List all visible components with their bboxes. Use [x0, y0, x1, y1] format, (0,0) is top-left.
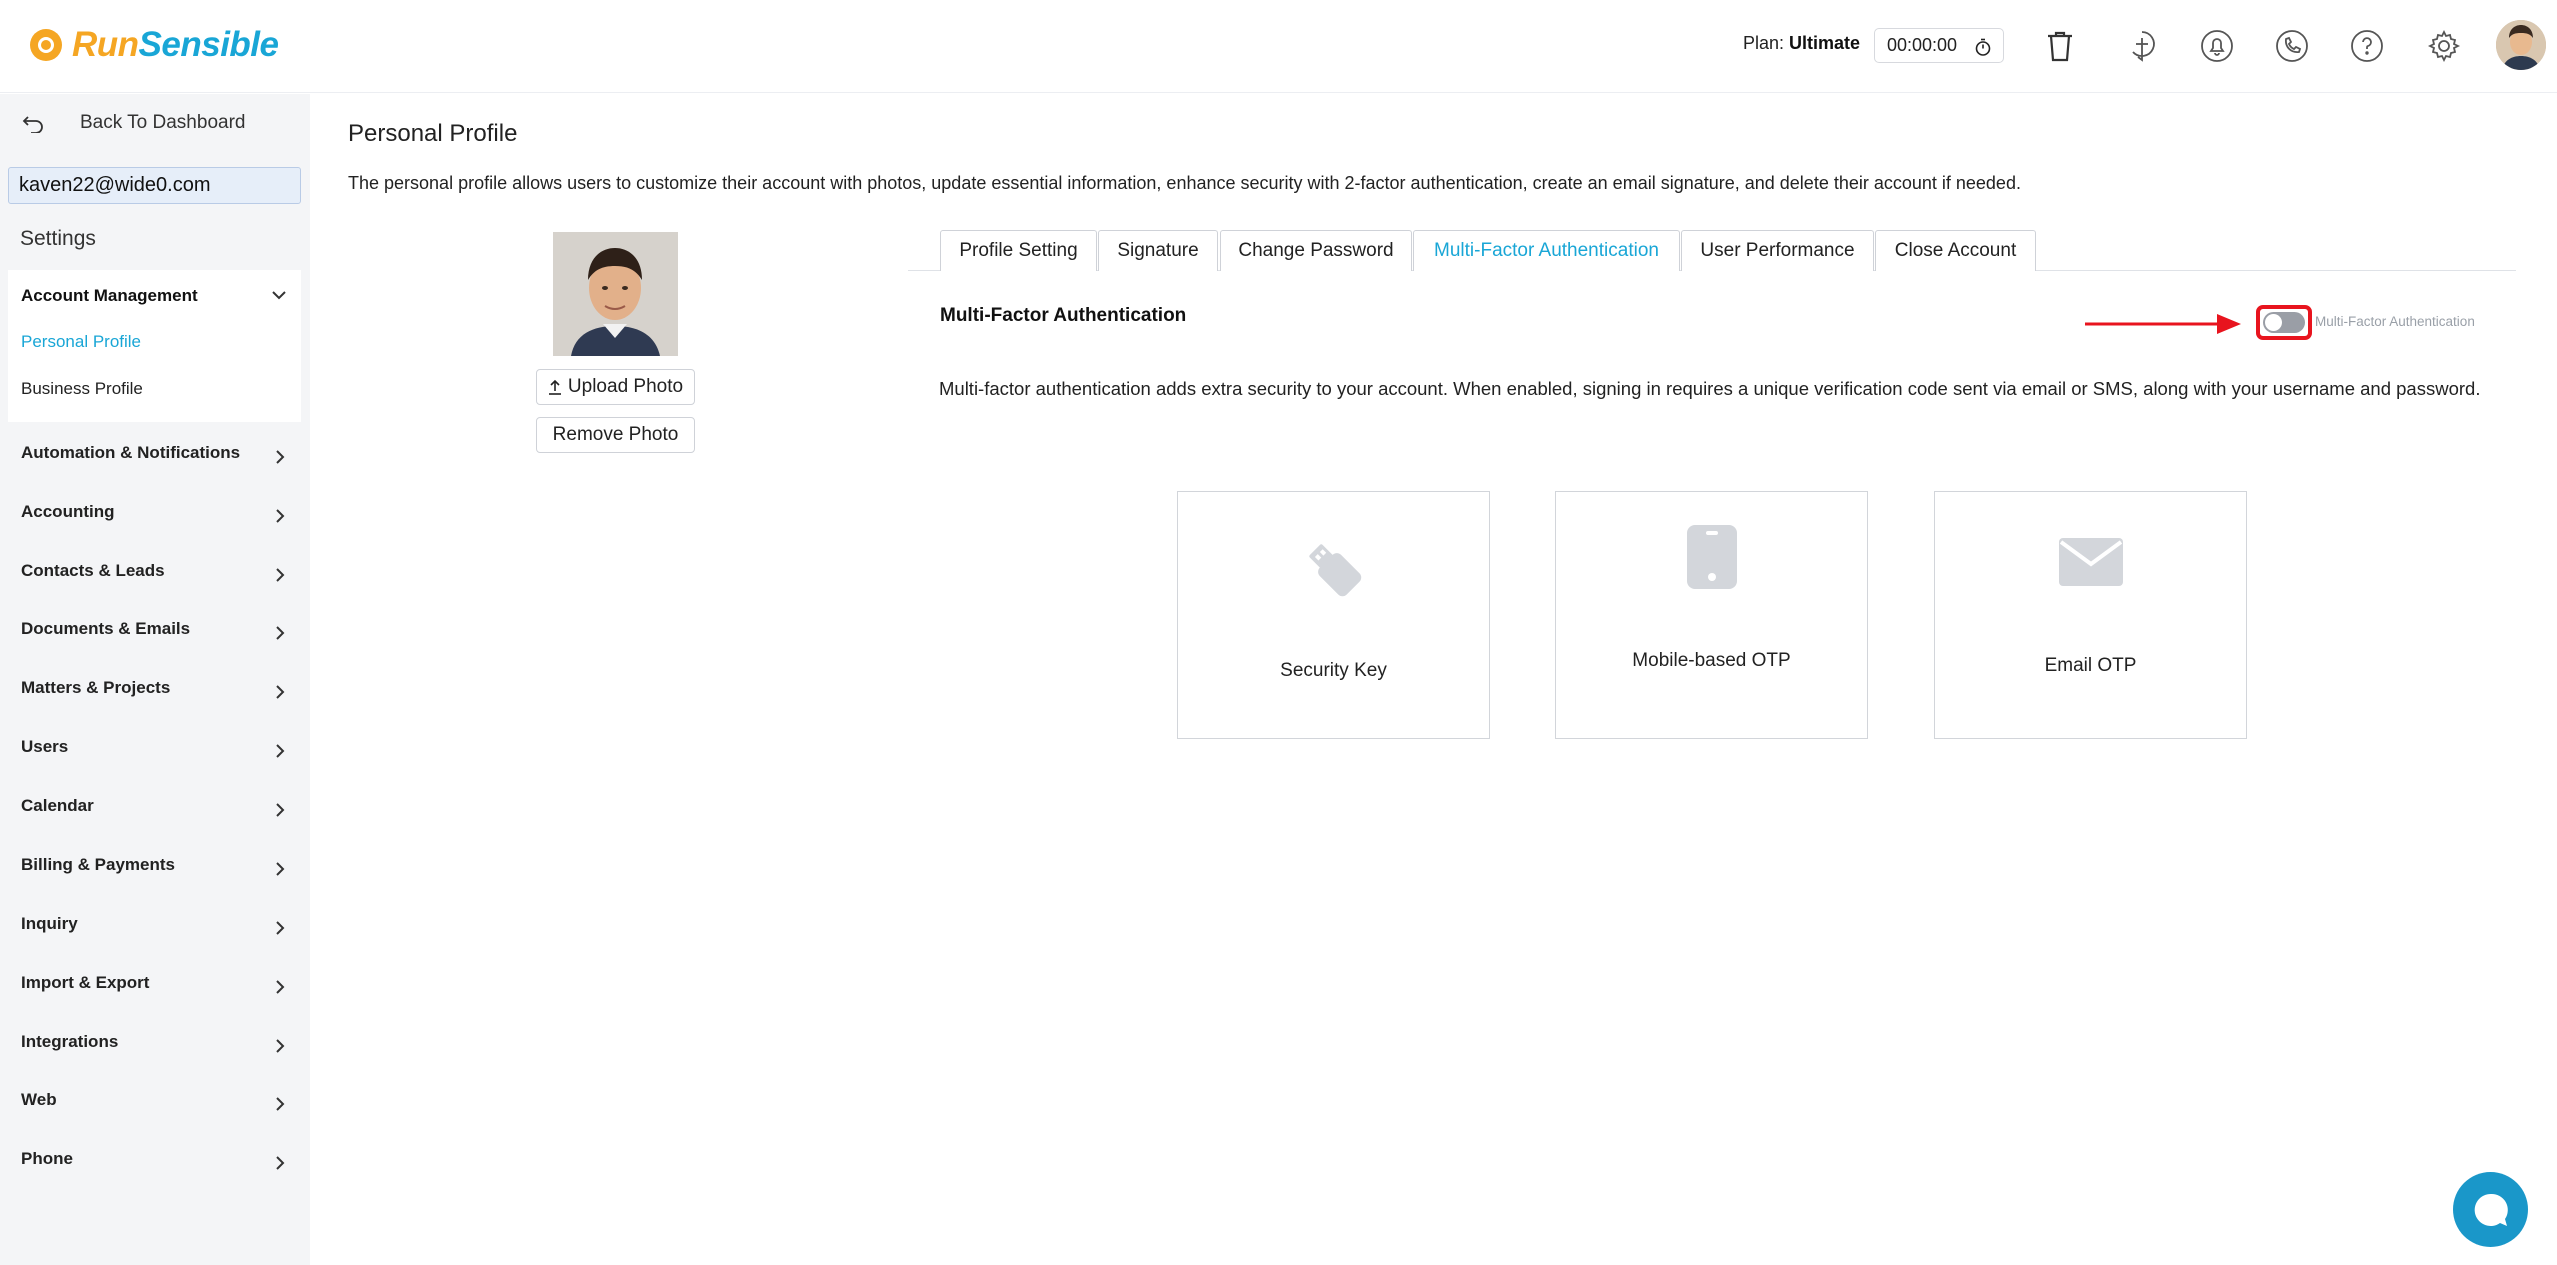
page-description: The personal profile allows users to cus… — [348, 173, 2021, 193]
nav-label: Contacts & Leads — [21, 561, 165, 580]
envelope-icon — [1935, 538, 2246, 586]
account-management-section: Account Management Personal Profile Busi… — [8, 270, 301, 422]
nav-label: Matters & Projects — [21, 678, 171, 697]
sidebar-item-business-profile[interactable]: Business Profile — [21, 379, 143, 399]
tab-multi-factor-authentication[interactable]: Multi-Factor Authentication — [1413, 230, 1680, 271]
notification-bell-icon[interactable] — [2195, 24, 2239, 68]
logo-mark-icon — [30, 29, 62, 61]
phone-icon[interactable] — [2270, 24, 2314, 68]
mfa-toggle-switch[interactable] — [2263, 312, 2305, 333]
chevron-right-icon — [276, 685, 285, 699]
sidebar-item-users[interactable]: Users — [21, 737, 285, 765]
sidebar-item-inquiry[interactable]: Inquiry — [21, 914, 285, 942]
chevron-right-icon — [276, 980, 285, 994]
annotation-arrow-icon — [2085, 314, 2241, 334]
help-icon[interactable] — [2345, 24, 2389, 68]
sidebar-item-contacts-leads[interactable]: Contacts & Leads — [21, 561, 285, 589]
add-task-icon[interactable] — [2120, 24, 2164, 68]
chevron-down-icon[interactable] — [271, 290, 287, 300]
logo-text-run: Run — [72, 25, 139, 64]
user-avatar[interactable] — [2496, 20, 2546, 70]
mfa-toggle-highlight — [2256, 305, 2312, 340]
chevron-right-icon — [276, 862, 285, 876]
upload-icon — [548, 379, 561, 395]
nav-label: Automation & Notifications — [21, 443, 241, 462]
nav-label: Inquiry — [21, 914, 78, 933]
nav-label: Calendar — [21, 796, 94, 815]
back-to-dashboard-link[interactable]: Back To Dashboard — [22, 112, 245, 134]
sidebar-item-billing-payments[interactable]: Billing & Payments — [21, 855, 285, 883]
toggle-knob — [2265, 314, 2282, 331]
time-tracker[interactable]: 00:00:00 — [1874, 28, 2004, 63]
runsensible-logo[interactable]: RunSensible — [28, 22, 279, 68]
mfa-description: Multi-factor authentication adds extra s… — [939, 378, 2481, 399]
nav-label: Integrations — [21, 1032, 119, 1051]
mfa-option-mobile-otp[interactable]: Mobile-based OTP — [1555, 491, 1868, 739]
top-header: RunSensible Plan: Ultimate 00:00:00 — [0, 0, 2557, 93]
back-arrow-icon — [22, 116, 43, 133]
chevron-right-icon — [276, 744, 285, 758]
nav-label: Web — [21, 1090, 57, 1109]
nav-label: Import & Export — [21, 973, 150, 992]
chevron-right-icon — [276, 803, 285, 817]
chevron-right-icon — [276, 1097, 285, 1111]
logo-text-sensible: Sensible — [138, 25, 279, 64]
nav-label: Accounting — [21, 502, 115, 521]
sidebar-item-automation-notifications[interactable]: Automation & Notifications — [21, 443, 285, 471]
stopwatch-icon — [1975, 38, 1991, 56]
tab-profile-setting[interactable]: Profile Setting — [940, 230, 1097, 271]
chevron-right-icon — [276, 1039, 285, 1053]
chevron-right-icon — [276, 509, 285, 523]
plan-value: Ultimate — [1789, 33, 1861, 53]
mobile-phone-icon — [1556, 524, 1867, 590]
plan-indicator: Plan: Ultimate — [1743, 33, 1860, 54]
tab-change-password[interactable]: Change Password — [1220, 230, 1412, 271]
live-chat-button[interactable] — [2453, 1172, 2528, 1247]
upload-photo-button[interactable]: Upload Photo — [536, 369, 695, 405]
nav-label: Billing & Payments — [21, 855, 175, 874]
tab-user-performance[interactable]: User Performance — [1681, 230, 1874, 271]
sidebar-item-import-export[interactable]: Import & Export — [21, 973, 285, 1001]
tab-signature[interactable]: Signature — [1098, 230, 1218, 271]
remove-photo-button[interactable]: Remove Photo — [536, 417, 695, 453]
sidebar-item-web[interactable]: Web — [21, 1090, 285, 1118]
chevron-right-icon — [276, 450, 285, 464]
chat-bubble-icon — [2474, 1193, 2508, 1226]
sidebar-item-integrations[interactable]: Integrations — [21, 1032, 285, 1060]
upload-photo-label: Upload Photo — [567, 376, 684, 397]
nav-label: Users — [21, 737, 69, 756]
nav-label: Phone — [21, 1149, 73, 1168]
plan-label: Plan: — [1743, 33, 1785, 53]
chevron-right-icon — [276, 568, 285, 582]
remove-photo-label: Remove Photo — [552, 424, 679, 445]
trash-icon[interactable] — [2038, 24, 2082, 68]
mfa-section-title: Multi-Factor Authentication — [940, 305, 1187, 326]
chevron-right-icon — [276, 921, 285, 935]
sidebar-item-accounting[interactable]: Accounting — [21, 502, 285, 530]
page-title: Personal Profile — [348, 120, 518, 147]
chevron-right-icon — [276, 626, 285, 640]
back-to-dashboard-label: Back To Dashboard — [80, 112, 246, 133]
usb-key-icon — [1178, 536, 1489, 602]
user-email-display: kaven22@wide0.com — [8, 167, 301, 204]
sidebar-item-personal-profile[interactable]: Personal Profile — [21, 332, 141, 352]
mfa-option-security-key[interactable]: Security Key — [1177, 491, 1490, 739]
settings-gear-icon[interactable] — [2422, 24, 2466, 68]
mobile-otp-label: Mobile-based OTP — [1632, 650, 1791, 671]
nav-label: Documents & Emails — [21, 619, 191, 638]
sidebar-item-matters-projects[interactable]: Matters & Projects — [21, 678, 285, 706]
chevron-right-icon — [276, 1156, 285, 1170]
tab-close-account[interactable]: Close Account — [1875, 230, 2036, 271]
account-management-toggle[interactable]: Account Management — [21, 286, 198, 306]
email-otp-label: Email OTP — [2044, 655, 2137, 676]
sidebar-item-calendar[interactable]: Calendar — [21, 796, 285, 824]
settings-heading: Settings — [20, 227, 96, 250]
mfa-toggle-label: Multi-Factor Authentication — [2315, 314, 2475, 329]
timer-value: 00:00:00 — [1887, 35, 1958, 55]
mfa-option-email-otp[interactable]: Email OTP — [1934, 491, 2247, 739]
profile-photo — [553, 232, 678, 356]
sidebar-item-documents-emails[interactable]: Documents & Emails — [21, 619, 285, 647]
security-key-label: Security Key — [1280, 660, 1387, 681]
sidebar-item-phone[interactable]: Phone — [21, 1149, 285, 1177]
